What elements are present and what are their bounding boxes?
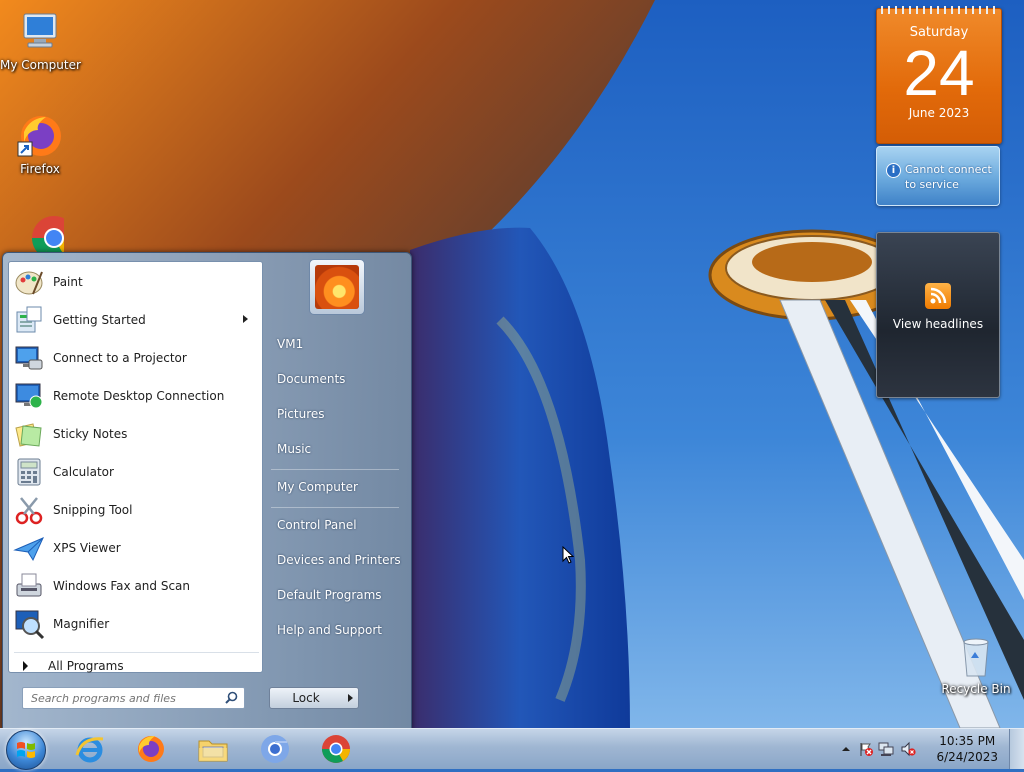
show-desktop-button[interactable] [1009,729,1024,769]
firefox-icon [16,112,64,160]
chevron-right-icon [23,661,28,671]
place-item-my-computer[interactable]: My Computer [269,473,407,501]
recycle-bin-icon [952,632,1000,680]
places-separator [271,469,399,470]
chrome-icon [322,735,350,763]
weather-message-line1: Cannot connect [905,163,992,176]
start-menu: Paint Getting Started Connect to a Proje… [2,252,412,730]
shutdown-options-arrow[interactable] [342,687,359,709]
system-tray: 10:35 PM 6/24/2023 [834,729,1024,769]
program-label: Paint [53,275,83,289]
projector-icon [13,342,45,374]
network-icon[interactable] [878,741,894,757]
xps-viewer-icon [13,532,45,564]
taskbar-file-explorer[interactable] [189,731,237,767]
programs-pane: Paint Getting Started Connect to a Proje… [8,261,263,673]
chromium-icon [261,735,289,763]
program-item-paint[interactable]: Paint [13,264,258,300]
submenu-arrow-icon [243,315,248,323]
program-label: Snipping Tool [53,503,133,517]
place-item-documents[interactable]: Documents [269,365,407,393]
program-label: Sticky Notes [53,427,128,441]
fax-scan-icon [13,570,45,602]
start-button[interactable] [6,730,46,770]
sticky-notes-icon [13,418,45,450]
program-label: Remote Desktop Connection [53,389,225,403]
desktop-icon-label: My Computer [0,58,81,72]
lock-button[interactable]: Lock [269,687,343,709]
calendar-day-number: 24 [903,37,975,109]
program-item-projector[interactable]: Connect to a Projector [13,340,258,376]
weather-message-line2: to service [905,178,959,191]
place-item-music[interactable]: Music [269,435,407,463]
place-item-pictures[interactable]: Pictures [269,400,407,428]
search-box[interactable] [22,687,245,709]
program-label: Windows Fax and Scan [53,579,191,593]
view-headlines-label: View headlines [892,317,984,331]
taskbar-clock[interactable]: 10:35 PM 6/24/2023 [936,733,998,765]
user-picture[interactable] [309,259,365,315]
taskbar-internet-explorer[interactable] [66,731,114,767]
taskbar-chrome[interactable] [312,731,360,767]
desktop-icon-label: Recycle Bin [941,682,1011,696]
weather-gadget[interactable]: i Cannot connect to service [876,146,1000,206]
program-label: Calculator [53,465,114,479]
snipping-tool-icon [13,494,45,526]
clock-date: 6/24/2023 [936,750,998,764]
program-item-sticky-notes[interactable]: Sticky Notes [13,416,258,452]
rss-icon [925,283,951,309]
paint-icon [13,266,45,298]
show-hidden-icons-chevron-up-icon[interactable] [838,741,854,757]
program-item-magnifier[interactable]: Magnifier [13,606,258,642]
firefox-icon [138,736,164,762]
action-center-flag-icon[interactable] [858,741,874,757]
calendar-month-year: June 2023 [908,106,970,120]
program-item-remote-desktop[interactable]: Remote Desktop Connection [13,378,258,414]
getting-started-icon [13,304,45,336]
program-item-fax-scan[interactable]: Windows Fax and Scan [13,568,258,604]
search-input[interactable] [29,688,223,708]
taskbar-firefox[interactable] [127,731,175,767]
place-item-control-panel[interactable]: Control Panel [269,511,407,539]
program-label: Connect to a Projector [53,351,187,365]
computer-icon [16,8,64,56]
calculator-icon [13,456,45,488]
desktop-icon-my-computer[interactable]: My Computer [0,8,81,72]
program-item-getting-started[interactable]: Getting Started [13,302,258,338]
program-label: XPS Viewer [53,541,121,555]
internet-explorer-icon [75,737,104,763]
calendar-gadget[interactable]: Saturday 24 June 2023 [876,6,1002,144]
desktop-icon-firefox[interactable]: Firefox [0,112,80,176]
remote-desktop-icon [13,380,45,412]
windows-logo-icon [17,742,35,758]
desktop-icon-label: Firefox [20,162,60,176]
place-item-devices-printers[interactable]: Devices and Printers [269,546,407,574]
search-icon[interactable] [225,691,238,707]
program-item-xps-viewer[interactable]: XPS Viewer [13,530,258,566]
all-programs-button[interactable]: All Programs [14,652,259,679]
place-item-help-support[interactable]: Help and Support [269,616,407,644]
all-programs-label: All Programs [48,659,124,673]
weather-message: Cannot connect to service [905,162,992,192]
info-icon: i [886,163,901,178]
desktop-icon-recycle-bin[interactable]: Recycle Bin [936,632,1016,696]
place-item-default-programs[interactable]: Default Programs [269,581,407,609]
flower-avatar-icon [315,265,359,309]
magnifier-icon [13,608,45,640]
program-item-snipping-tool[interactable]: Snipping Tool [13,492,258,528]
place-item-vm1[interactable]: VM1 [269,330,407,358]
headlines-gadget[interactable]: View headlines [876,232,1000,398]
volume-muted-icon[interactable] [900,741,916,757]
program-item-calculator[interactable]: Calculator [13,454,258,490]
clock-time: 10:35 PM [939,734,996,748]
places-separator [271,507,399,508]
folder-icon [198,740,228,762]
calendar-rings [881,6,997,14]
mouse-cursor-icon [562,545,575,567]
program-label: Getting Started [53,313,146,327]
taskbar: 10:35 PM 6/24/2023 [0,728,1024,770]
taskbar-chromium[interactable] [251,731,299,767]
program-label: Magnifier [53,617,110,631]
